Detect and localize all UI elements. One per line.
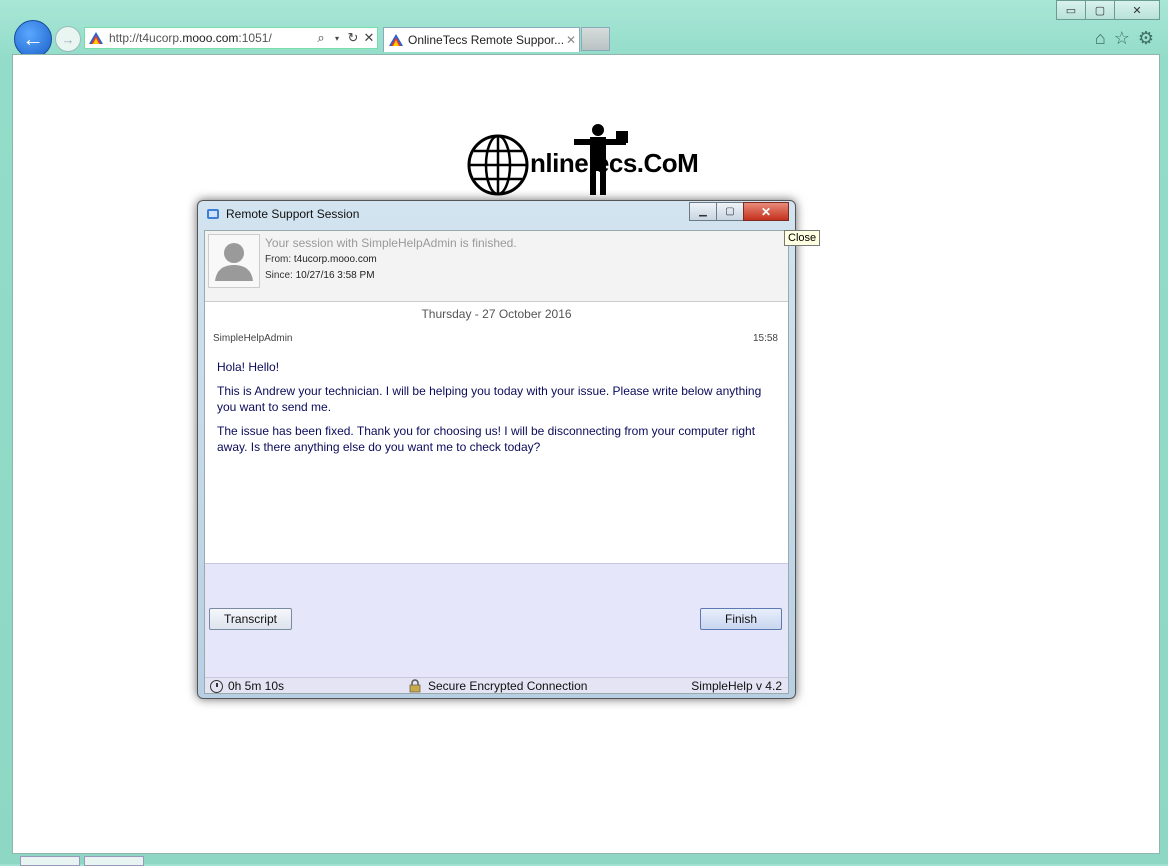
session-from: From: t4ucorp.mooo.com — [265, 254, 377, 265]
dialog-close-button[interactable]: ✕ — [743, 202, 789, 221]
window-close-button[interactable]: ✕ — [1114, 0, 1160, 20]
action-panel: Transcript Finish — [205, 563, 788, 678]
logo-text: nline ecs.CoM — [530, 148, 699, 178]
back-arrow-icon: ← — [22, 26, 44, 51]
bottom-bar — [20, 856, 144, 866]
dropdown-icon[interactable]: ▾ — [329, 34, 345, 43]
clock-icon — [210, 679, 223, 693]
chat-time: 15:58 — [752, 333, 778, 344]
bottom-tab — [84, 856, 144, 866]
user-silhouette-icon — [215, 243, 253, 281]
finish-button[interactable]: Finish — [700, 608, 782, 630]
window-controls: ▭ ▢ ✕ — [1056, 0, 1160, 20]
secure-text: Secure Encrypted Connection — [428, 679, 588, 693]
globe-icon — [467, 134, 529, 196]
back-button[interactable]: ← — [14, 20, 52, 58]
new-tab-button[interactable] — [581, 27, 610, 51]
dialog-minimize-button[interactable]: ▁ — [689, 202, 717, 221]
address-bar[interactable]: http://t4ucorp.mooo.com:1051/ ⌕ ▾ ↻ ✕ — [84, 27, 378, 49]
status-bar: 0h 5m 10s Secure Encrypted Connection Si… — [205, 677, 788, 693]
chat-sender: SimpleHelpAdmin — [213, 333, 293, 344]
minimize-button[interactable]: ▭ — [1056, 0, 1086, 20]
stop-icon[interactable]: ✕ — [361, 30, 377, 46]
dialog-body: Your session with SimpleHelpAdmin is fin… — [204, 230, 789, 694]
chat-message: Hola! Hello! — [217, 360, 280, 374]
chat-message: The issue has been fixed. Thank you for … — [217, 424, 756, 454]
avatar — [208, 234, 260, 288]
home-icon[interactable]: ⌂ — [1095, 28, 1106, 49]
close-tooltip: Close — [784, 230, 821, 246]
dialog-title: Remote Support Session — [226, 207, 360, 221]
tab-favicon-icon — [389, 34, 403, 46]
forward-button[interactable]: → — [55, 26, 81, 52]
transcript-button[interactable]: Transcript — [209, 608, 292, 630]
forward-arrow-icon: → — [61, 31, 75, 47]
bottom-tab — [20, 856, 80, 866]
dialog-window-controls: ▁ ▢ ✕ — [689, 202, 789, 221]
chat-date: Thursday - 27 October 2016 — [421, 307, 572, 321]
gear-icon[interactable]: ⚙ — [1138, 28, 1154, 49]
dialog-maximize-button[interactable]: ▢ — [716, 202, 744, 221]
version-text: SimpleHelp v 4.2 — [691, 679, 782, 693]
dialog-titlebar[interactable]: Remote Support Session — [206, 207, 359, 221]
lock-icon — [409, 679, 421, 693]
tab-title: OnlineTecs Remote Suppor... — [408, 33, 563, 47]
chat-message: This is Andrew your technician. I will b… — [217, 384, 762, 414]
tab-close-icon[interactable]: ✕ — [563, 33, 579, 47]
url-text[interactable]: http://t4ucorp.mooo.com:1051/ — [109, 31, 313, 45]
timer-text: 0h 5m 10s — [228, 679, 285, 693]
simplehelp-app-icon — [207, 209, 219, 219]
star-icon[interactable]: ☆ — [1114, 28, 1130, 49]
search-icon[interactable]: ⌕ — [313, 30, 329, 46]
maximize-button[interactable]: ▢ — [1085, 0, 1115, 20]
session-info-panel: Your session with SimpleHelpAdmin is fin… — [205, 231, 788, 302]
onlinetecs-logo: nline ecs.CoM — [466, 123, 711, 197]
site-favicon-icon — [89, 32, 103, 44]
remote-support-dialog: Remote Support Session ▁ ▢ ✕ Your sessio… — [197, 200, 796, 699]
refresh-icon[interactable]: ↻ — [345, 30, 361, 46]
toolbar-icons: ⌂ ☆ ⚙ — [1095, 28, 1154, 49]
tab-onlinetecs[interactable]: OnlineTecs Remote Suppor... ✕ — [383, 27, 580, 52]
chat-messages: Hola! Hello! This is Andrew your technic… — [217, 359, 777, 463]
secure-connection: Secure Encrypted Connection — [408, 679, 587, 693]
session-timer: 0h 5m 10s — [210, 679, 284, 693]
session-status: Your session with SimpleHelpAdmin is fin… — [265, 236, 517, 250]
session-since: Since: 10/27/16 3:58 PM — [265, 270, 375, 281]
